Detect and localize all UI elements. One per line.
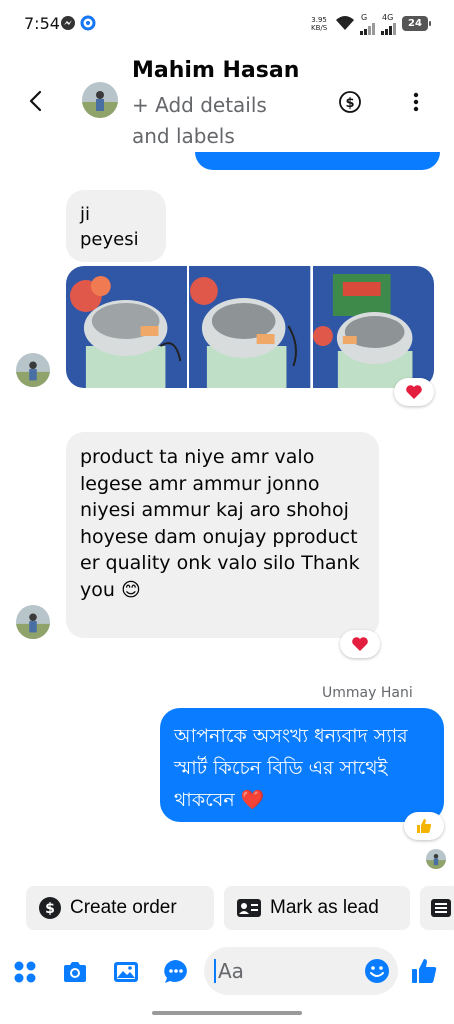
net-speed-unit: KB/S — [311, 24, 328, 32]
outgoing-message[interactable]: আপনাকে অসংখ্য ধন্যবাদ স্যার স্মার্ট কিচে… — [160, 708, 444, 822]
back-button[interactable] — [24, 88, 50, 114]
thumbs-up-icon — [417, 819, 432, 833]
message-text: আপনাকে অসংখ্য ধন্যবাদ স্যার স্মার্ট কিচে… — [174, 725, 408, 811]
incoming-message[interactable]: ji peyesi — [66, 190, 166, 262]
message-input-placeholder: Aa — [214, 959, 244, 983]
thumbs-up-icon — [412, 959, 437, 983]
photo-attachments — [66, 266, 434, 388]
contact-name[interactable]: Mahim Hasan — [132, 58, 299, 83]
camera-icon — [64, 962, 86, 982]
message-composer: Aa — [0, 944, 454, 1000]
signal-bars-4g-icon — [381, 20, 397, 36]
more-apps-button[interactable] — [12, 959, 38, 985]
thumbs-up-reaction[interactable] — [404, 812, 444, 840]
more-actions-chip[interactable] — [420, 886, 454, 930]
message-input[interactable]: Aa — [204, 947, 398, 995]
create-order-button[interactable]: $ Create order — [26, 886, 214, 930]
photo-3[interactable] — [312, 266, 434, 388]
dollar-circle-icon: $ — [39, 897, 61, 919]
seen-indicator-avatar — [426, 849, 446, 869]
heart-icon — [352, 637, 368, 651]
image-icon — [114, 962, 138, 982]
network-speed: 3.95 KB/S — [311, 16, 327, 32]
create-order-label: Create order — [70, 897, 177, 918]
emoji-icon — [365, 959, 389, 983]
mark-as-lead-label: Mark as lead — [270, 897, 379, 918]
more-options-button[interactable] — [406, 90, 426, 114]
more-vertical-icon — [413, 92, 419, 112]
heart-icon — [406, 385, 422, 399]
contact-avatar[interactable] — [82, 82, 118, 118]
wifi-icon — [335, 15, 355, 31]
status-time: 7:54 — [24, 14, 60, 33]
list-icon — [431, 899, 451, 917]
conversation-header: Mahim Hasan + Add details and labels $ — [0, 48, 454, 152]
dollar-icon: $ — [339, 91, 361, 113]
camera-button[interactable] — [62, 959, 88, 985]
battery-indicator: 24 — [402, 16, 431, 31]
like-button[interactable] — [410, 957, 437, 983]
app-notification-icon — [80, 15, 96, 31]
home-indicator — [152, 1011, 302, 1015]
net-speed-value: 3.95 — [311, 16, 327, 24]
contact-card-icon — [237, 899, 261, 917]
emoji-button[interactable] — [364, 958, 390, 984]
signal-bars-icon — [360, 20, 376, 36]
back-arrow-icon — [29, 90, 42, 112]
svg-text:$: $ — [345, 96, 354, 111]
message-text: product ta niye amr valo legese amr ammu… — [80, 446, 360, 601]
chat-bubble-icon — [164, 960, 187, 983]
heart-reaction[interactable] — [340, 630, 380, 658]
heart-reaction[interactable] — [394, 378, 434, 406]
photo-1[interactable] — [66, 266, 188, 388]
payment-button[interactable]: $ — [338, 90, 362, 114]
svg-text:$: $ — [45, 901, 55, 917]
incoming-message[interactable]: product ta niye amr valo legese amr ammu… — [66, 432, 379, 638]
sender-name: Ummay Hani — [322, 685, 413, 701]
messenger-notification-icon — [60, 15, 76, 31]
apps-grid-icon — [14, 961, 36, 983]
status-bar: 7:54 3.95 KB/S G 4G 24 — [0, 0, 454, 48]
photo-2[interactable] — [189, 266, 311, 388]
ai-chat-button[interactable] — [163, 959, 189, 985]
mark-as-lead-button[interactable]: Mark as lead — [224, 886, 410, 930]
contact-avatar-small — [16, 353, 50, 387]
gallery-button[interactable] — [113, 959, 139, 985]
message-text: ji peyesi — [80, 204, 139, 250]
contact-avatar-small — [16, 605, 50, 639]
add-details-link[interactable]: + Add details and labels — [132, 90, 292, 152]
previous-outgoing-bubble[interactable] — [195, 152, 440, 170]
